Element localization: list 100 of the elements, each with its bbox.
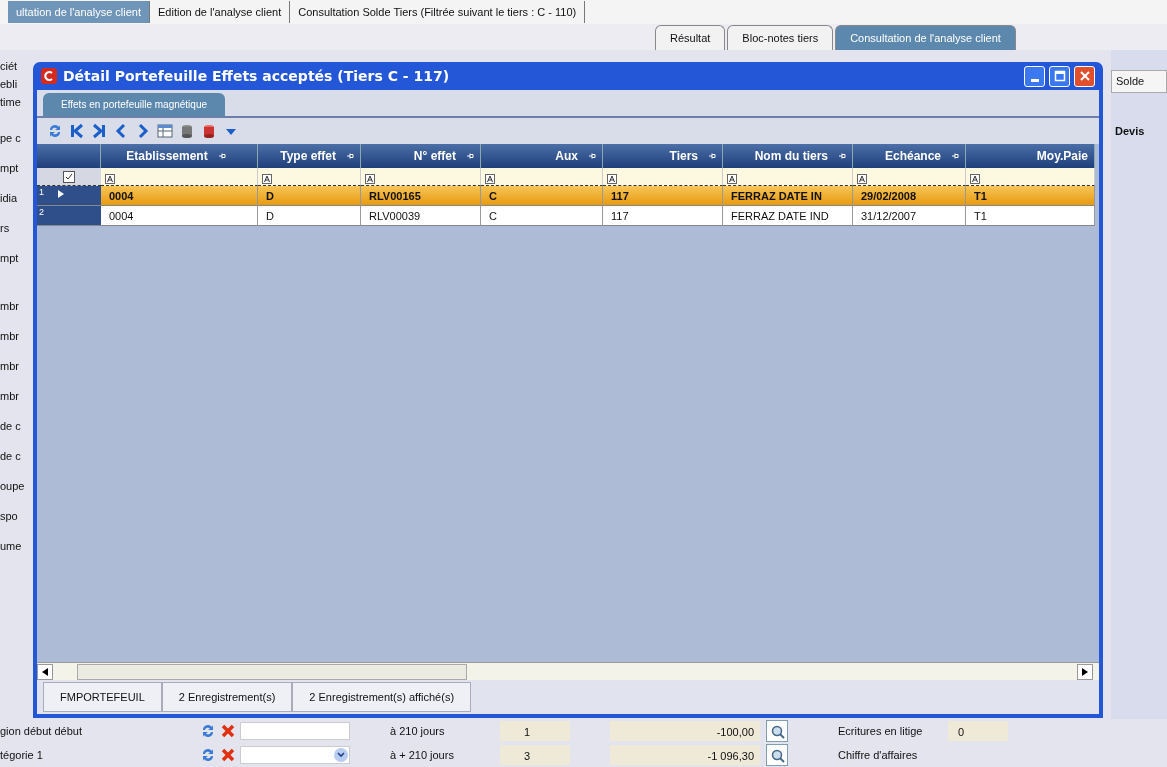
field-label: ciét	[0, 59, 19, 74]
scroll-right-icon	[1082, 667, 1088, 676]
maximize-icon	[1053, 70, 1066, 82]
sub-tab[interactable]: Résultat	[655, 24, 726, 50]
count-value: 1	[500, 721, 570, 741]
field-label: rs	[0, 221, 11, 236]
table-cell: FERRAZ DATE IN	[723, 186, 853, 206]
search-button[interactable]	[766, 744, 788, 766]
filter-field[interactable]	[481, 168, 603, 186]
dialog-title: Détail Portefeuille Effets acceptés (Tiers C - 117)	[63, 66, 451, 86]
first-record-icon[interactable]	[69, 123, 85, 139]
field-label: pe c	[0, 131, 22, 146]
period-label: à 210 jours	[389, 723, 446, 739]
panel-tab[interactable]: Solde	[1111, 70, 1167, 93]
input-field[interactable]	[240, 746, 350, 764]
column-header[interactable]: N° effet	[361, 144, 481, 168]
minimize-icon	[1030, 78, 1039, 82]
text-filter-icon	[485, 174, 495, 185]
delete-icon	[220, 747, 236, 763]
field-label: oupe	[0, 479, 26, 494]
table-cell: FERRAZ DATE IND	[723, 206, 853, 226]
dropdown-icon	[333, 747, 349, 763]
row-number: 2	[39, 206, 44, 219]
input-field[interactable]	[240, 722, 350, 740]
search-button[interactable]	[766, 720, 788, 742]
filter-field[interactable]	[361, 168, 481, 186]
sub-tab[interactable]: Consultation de l'analyse client	[835, 24, 1016, 50]
search-icon	[769, 723, 785, 739]
filter-field[interactable]	[258, 168, 361, 186]
field-label: mbr	[0, 329, 20, 344]
table-cell: C	[481, 186, 603, 206]
column-header[interactable]: Moy.Paie	[966, 144, 1095, 168]
pin-icon	[708, 152, 716, 160]
text-filter-icon	[105, 174, 115, 185]
last-record-icon[interactable]	[91, 123, 107, 139]
field-label: time	[0, 95, 22, 110]
filter-field[interactable]	[853, 168, 966, 186]
table-cell: 31/12/2007	[853, 206, 966, 226]
filter-field[interactable]	[723, 168, 853, 186]
scroll-left-icon	[42, 667, 48, 676]
dialog-tab[interactable]: Effets en portefeuille magnétique	[43, 93, 226, 116]
refresh-icon	[200, 747, 216, 763]
field-label: mbr	[0, 359, 20, 374]
table-cell: 117	[603, 206, 723, 226]
field-label: gion début début	[0, 723, 83, 739]
table-cell: 0004	[101, 186, 258, 206]
app-tab[interactable]: Edition de l'analyse client	[150, 0, 291, 24]
minimize-button[interactable]	[1024, 65, 1045, 87]
field-label: ebli	[0, 77, 19, 92]
text-filter-icon	[857, 174, 867, 185]
sub-tab[interactable]: Bloc-notes tiers	[727, 24, 834, 50]
table-icon[interactable]	[157, 123, 173, 139]
field-label: Ecritures en litige	[838, 723, 924, 739]
horizontal-scrollbar[interactable]	[37, 662, 1099, 680]
refresh-icon[interactable]	[47, 123, 63, 139]
database-icon[interactable]	[179, 123, 195, 139]
filter-field[interactable]	[966, 168, 1095, 186]
field-label: mpt	[0, 251, 20, 266]
table-cell: 117	[603, 186, 723, 206]
count-value: 3	[500, 745, 570, 765]
column-header[interactable]: Type effet	[258, 144, 361, 168]
period-label: à + 210 jours	[389, 747, 455, 763]
column-header[interactable]: Tiers	[603, 144, 723, 168]
table-cell: 0004	[101, 206, 258, 226]
app-tab[interactable]: Consultation Solde Tiers (Filtrée suivant le tiers : C - 110)	[290, 0, 586, 24]
row-pointer-icon	[58, 190, 64, 198]
app-logo-icon	[41, 68, 57, 84]
database-icon[interactable]	[201, 123, 217, 139]
column-header[interactable]: Etablissement	[101, 144, 258, 168]
text-filter-icon	[607, 174, 617, 185]
amount-value: -100,00	[610, 721, 760, 741]
text-filter-icon	[970, 174, 980, 185]
filter-field[interactable]	[101, 168, 258, 186]
table-cell: D	[258, 186, 361, 206]
row-header[interactable]: 1	[37, 186, 101, 206]
column-header[interactable]: Nom du tiers	[723, 144, 853, 168]
field-label: tégorie 1	[0, 747, 44, 763]
scroll-thumb[interactable]	[77, 663, 467, 680]
table-cell: 29/02/2008	[853, 186, 966, 206]
pin-icon	[838, 152, 846, 160]
status-panel: 2 Enregistrement(s) affiché(s)	[292, 681, 472, 713]
amount-value: -1 096,30	[610, 745, 760, 765]
close-button[interactable]	[1074, 65, 1095, 87]
maximize-button[interactable]	[1049, 65, 1070, 87]
row-header[interactable]: 2	[37, 206, 101, 226]
header-corner	[37, 144, 101, 168]
column-header[interactable]: Aux	[481, 144, 603, 168]
field-label: mpt	[0, 161, 20, 176]
text-filter-icon	[365, 174, 375, 185]
table-cell: C	[481, 206, 603, 226]
pin-icon	[951, 152, 959, 160]
status-panel: 2 Enregistrement(s)	[161, 681, 293, 713]
table-cell: T1	[966, 206, 1095, 226]
field-label: mbr	[0, 299, 20, 314]
column-header[interactable]: Echéance	[853, 144, 966, 168]
field-label: idia	[0, 191, 19, 206]
row-number: 1	[39, 186, 44, 199]
field-label: de c	[0, 419, 22, 434]
table-cell: D	[258, 206, 361, 226]
filter-field[interactable]	[603, 168, 723, 186]
